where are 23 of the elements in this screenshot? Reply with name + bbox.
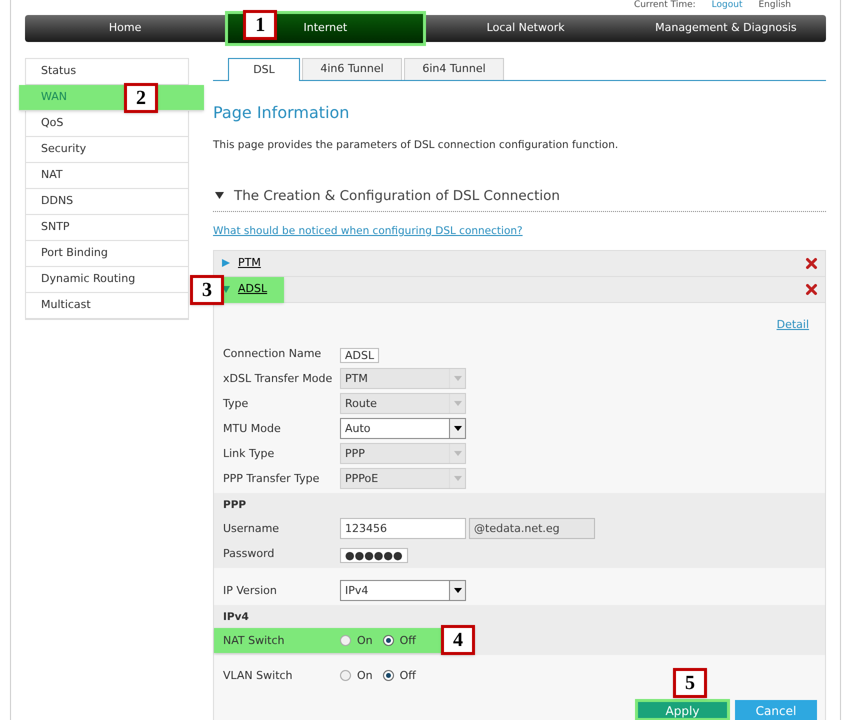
field-label: NAT Switch [222, 632, 286, 648]
field-label: Username [222, 520, 280, 536]
step-number-tooltip: 4 [441, 625, 475, 656]
group-heading: PPP [222, 498, 248, 514]
field-label: VLAN Switch [222, 668, 294, 684]
page-title: Page Information [213, 102, 350, 124]
field-label: Connection Name [222, 346, 322, 362]
step-number-tooltip: 1 [243, 10, 278, 40]
field-label: Link Type [222, 446, 276, 462]
domain-suffix-field: @tedata.net.eg [469, 518, 595, 540]
field-label: PPP Transfer Type [222, 470, 320, 486]
step-number-tooltip: 5 [673, 668, 707, 698]
page-description: This page provides the parameters of DSL connection configuration function. [213, 138, 620, 153]
field-label: Password [222, 546, 276, 562]
step-number-tooltip: 3 [190, 274, 224, 305]
step-number-tooltip: 2 [124, 83, 158, 113]
field-label: MTU Mode [222, 420, 282, 436]
field-label: IP Version [222, 582, 278, 598]
current-time-label: Current Time: [634, 0, 696, 12]
group-heading: IPv4 [222, 610, 250, 626]
section-title: The Creation & Configuration of DSL Connection [234, 186, 560, 206]
field-label: Type [222, 396, 250, 412]
field-label: xDSL Transfer Mode [222, 370, 334, 386]
